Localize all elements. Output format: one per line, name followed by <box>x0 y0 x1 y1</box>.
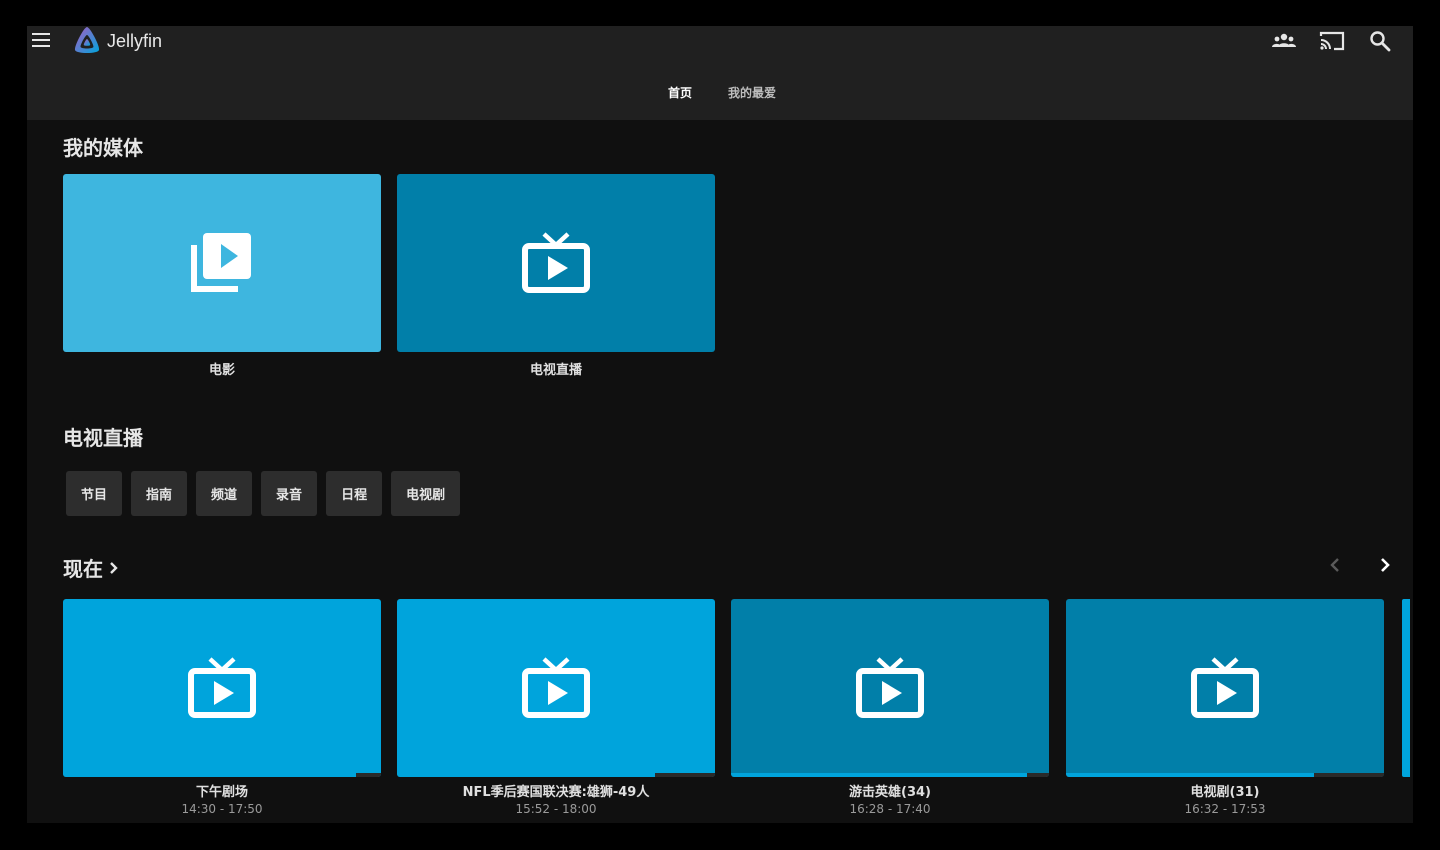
program-time: 14:30 - 17:50 <box>181 802 263 816</box>
program-title: 电视剧(31) <box>1190 785 1260 800</box>
live-tv-icon <box>856 657 924 718</box>
program-time: 15:52 - 18:00 <box>515 802 597 816</box>
livetv-recordings-button[interactable]: 录音 <box>261 471 318 516</box>
library-label-livetv: 电视直播 <box>529 363 582 378</box>
program-card[interactable] <box>63 599 381 777</box>
chevron-right-icon <box>110 561 118 574</box>
live-tv-buttons: 节目 指南 频道 录音 日程 电视剧 <box>66 471 461 516</box>
program-time: 16:28 - 17:40 <box>849 802 931 816</box>
now-title: 现在 <box>63 557 103 581</box>
video-library-icon <box>191 233 251 292</box>
program-title: 下午剧场 <box>195 785 248 800</box>
progress-bar <box>731 773 1049 777</box>
next-card-peek[interactable] <box>1402 599 1410 777</box>
search-icon[interactable] <box>1367 28 1393 54</box>
live-tv-icon <box>522 232 590 293</box>
program-title: 游击英雄(34) <box>849 785 931 800</box>
progress-bar <box>63 773 381 777</box>
program-time: 16:32 - 17:53 <box>1184 802 1266 816</box>
header-bar: Jellyfin 首页 我的最爱 <box>27 26 1413 120</box>
scroll-left-button[interactable] <box>1325 554 1345 576</box>
hamburger-menu-icon[interactable] <box>29 28 53 52</box>
app-logo[interactable]: Jellyfin <box>71 26 162 56</box>
jellyfin-logo-icon <box>74 27 100 53</box>
scroll-right-button[interactable] <box>1375 554 1395 576</box>
cast-icon[interactable] <box>1319 28 1345 54</box>
header-tabs: 首页 我的最爱 <box>27 84 1413 101</box>
library-card-livetv[interactable] <box>397 174 715 352</box>
program-card[interactable] <box>397 599 715 777</box>
progress-bar-fill <box>731 773 1027 777</box>
live-tv-icon <box>1191 657 1259 718</box>
tab-favorites[interactable]: 我的最爱 <box>728 84 776 101</box>
progress-bar <box>397 773 715 777</box>
my-media-title: 我的媒体 <box>63 136 143 160</box>
chevron-right-icon <box>1381 558 1390 572</box>
live-tv-title: 电视直播 <box>63 426 143 450</box>
progress-bar-fill <box>63 773 356 777</box>
progress-bar-fill <box>397 773 655 777</box>
live-tv-icon <box>188 657 256 718</box>
chevron-left-icon <box>1330 558 1339 572</box>
users-icon[interactable] <box>1271 28 1297 54</box>
live-tv-icon <box>522 657 590 718</box>
app-window: Jellyfin 首页 我的最爱 我的媒体 电影 电视直播 电视直播 节目 指南… <box>27 26 1413 823</box>
program-title: NFL季后赛国联决赛:雄狮-49人 <box>462 785 650 800</box>
livetv-guide-button[interactable]: 指南 <box>131 471 188 516</box>
app-name: Jellyfin <box>107 30 163 51</box>
livetv-series-button[interactable]: 电视剧 <box>391 471 461 516</box>
progress-bar <box>1066 773 1384 777</box>
livetv-programs-button[interactable]: 节目 <box>66 471 123 516</box>
program-card[interactable] <box>731 599 1049 777</box>
livetv-schedule-button[interactable]: 日程 <box>326 471 383 516</box>
now-section-link[interactable]: 现在 <box>63 553 119 582</box>
tab-home[interactable]: 首页 <box>668 84 692 101</box>
progress-bar-fill <box>1066 773 1315 777</box>
library-label-movies: 电影 <box>208 363 235 378</box>
program-card[interactable] <box>1066 599 1384 777</box>
library-card-movies[interactable] <box>63 174 381 352</box>
livetv-channels-button[interactable]: 频道 <box>196 471 253 516</box>
